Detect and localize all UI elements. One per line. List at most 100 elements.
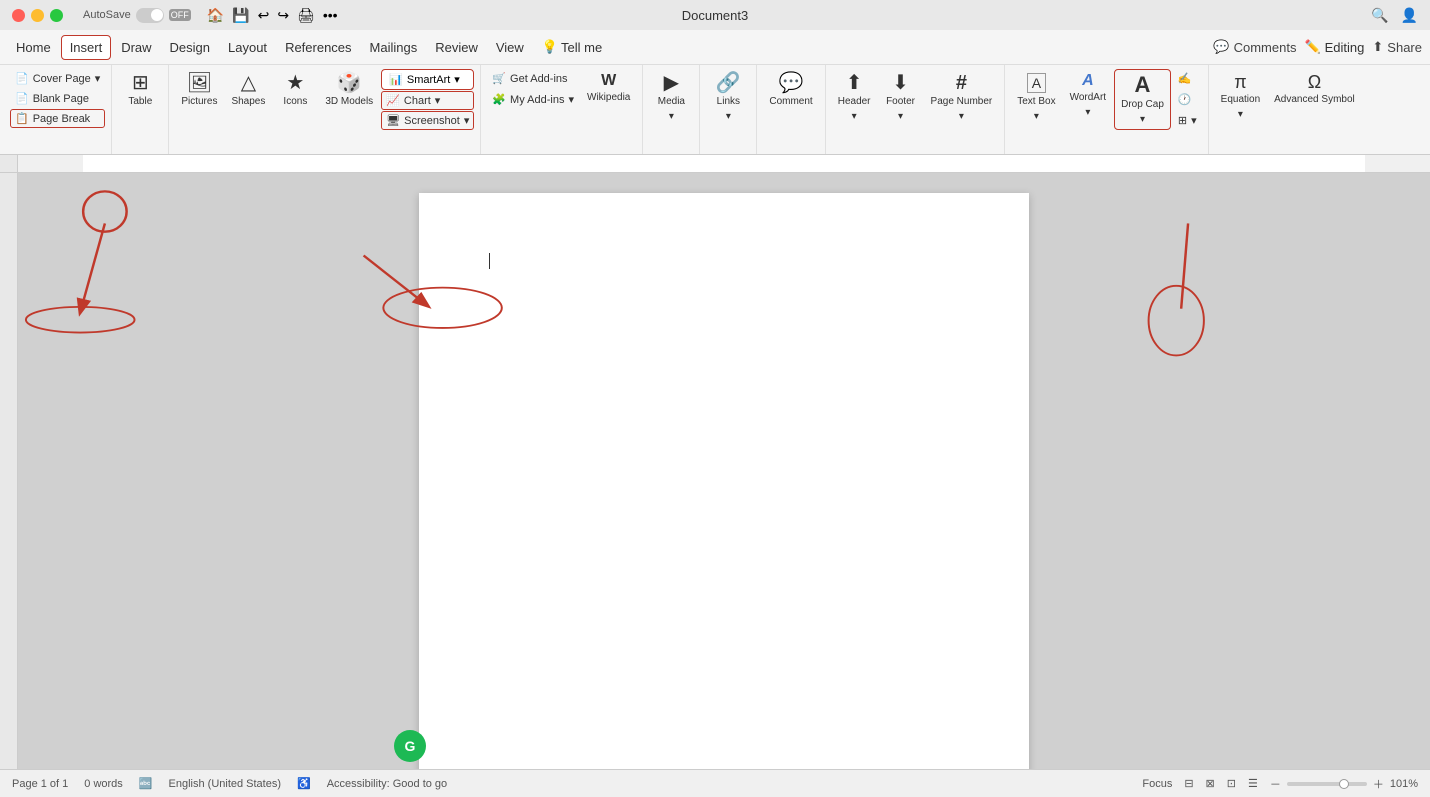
autosave-toggle[interactable] (136, 8, 164, 23)
wikipedia-button[interactable]: W Wikipedia (581, 69, 636, 108)
media-button[interactable]: ▶ Media ▾ (649, 69, 693, 126)
menu-draw[interactable]: Draw (113, 36, 159, 59)
menu-design[interactable]: Design (162, 36, 218, 59)
illustrations-group-items: 🖼 Pictures △ Shapes ★ Icons 🎲 3D Models … (175, 69, 474, 150)
close-button[interactable] (12, 9, 25, 22)
view-outline-icon[interactable]: ☰ (1248, 777, 1258, 790)
ruler-main (18, 155, 1430, 172)
menu-home[interactable]: Home (8, 36, 59, 59)
ruler-white-area (83, 155, 1365, 172)
zoom-control[interactable]: － ＋ 101% (1270, 776, 1418, 792)
menu-insert[interactable]: Insert (61, 35, 112, 60)
page-number-button[interactable]: # Page Number ▾ (925, 69, 999, 126)
editing-badge[interactable]: ✏️ Editing (1304, 39, 1364, 55)
pictures-button[interactable]: 🖼 Pictures (175, 69, 223, 112)
cover-page-icon: 📄 (15, 72, 29, 85)
advanced-symbol-button[interactable]: Ω Advanced Symbol (1268, 69, 1361, 110)
shapes-button[interactable]: △ Shapes (225, 69, 271, 112)
date-time-button[interactable]: 🕐 (1173, 90, 1202, 109)
menu-mailings[interactable]: Mailings (362, 36, 426, 59)
autosave-control: AutoSave OFF (83, 8, 191, 23)
links-button[interactable]: 🔗 Links ▾ (706, 69, 750, 126)
shapes-icon: △ (241, 73, 256, 93)
omega-icon: Ω (1308, 73, 1321, 91)
cover-page-button[interactable]: 📄 Cover Page ▾ (10, 69, 105, 88)
ribbon-group-pages: 📄 Cover Page ▾ 📄 Blank Page 📋 Page Break (4, 65, 112, 154)
equation-button[interactable]: π Equation ▾ (1215, 69, 1266, 124)
smartart-arrow: ▾ (454, 73, 460, 86)
share-icon: ⬆ (1372, 39, 1383, 55)
document-page[interactable] (419, 193, 1029, 769)
document-title: Document3 (682, 8, 748, 23)
content-area[interactable] (18, 173, 1430, 769)
comments-button[interactable]: 💬 Comments (1213, 39, 1296, 55)
screenshot-icon: 🖥 (386, 114, 400, 127)
footer-button[interactable]: ⬇ Footer ▾ (879, 69, 923, 126)
table-button[interactable]: ⊞ Table (118, 69, 162, 112)
autosave-label: AutoSave (83, 9, 131, 21)
zoom-thumb[interactable] (1339, 779, 1349, 789)
menu-review[interactable]: Review (427, 36, 486, 59)
redo-icon[interactable]: ↪ (277, 7, 289, 24)
zoom-level: 101% (1390, 778, 1418, 790)
profile-icon[interactable]: 👤 (1401, 7, 1418, 24)
drop-cap-arrow: ▾ (1140, 114, 1145, 125)
home-icon[interactable]: 🏠 (207, 7, 224, 24)
status-bar: Page 1 of 1 0 words 🔤 English (United St… (0, 769, 1430, 797)
menu-right-controls: 💬 Comments ✏️ Editing ⬆ Share (1213, 39, 1422, 55)
my-addins-button[interactable]: 🧩 My Add-ins ▾ (487, 90, 579, 109)
signature-line-button[interactable]: ✍ (1173, 69, 1202, 88)
page-break-button[interactable]: 📋 Page Break (10, 109, 105, 128)
chart-icon: 📈 (386, 94, 400, 107)
pencil-icon: ✏️ (1304, 39, 1320, 55)
comment-icon: 💬 (1213, 39, 1229, 55)
accessibility: Accessibility: Good to go (327, 778, 447, 790)
smartart-icon: 📊 (389, 73, 403, 86)
comment-button[interactable]: 💬 Comment (763, 69, 818, 112)
3d-models-button[interactable]: 🎲 3D Models (319, 69, 379, 112)
object-button[interactable]: ⊞ ▾ (1173, 111, 1202, 130)
header-button[interactable]: ⬆ Header ▾ (832, 69, 877, 126)
get-addins-button[interactable]: 🛒 Get Add-ins (487, 69, 579, 88)
view-normal-icon[interactable]: ⊟ (1184, 777, 1193, 790)
search-icon[interactable]: 🔍 (1371, 7, 1388, 24)
view-web-icon[interactable]: ⊡ (1227, 777, 1236, 790)
chart-button[interactable]: 📈 Chart ▾ (381, 91, 474, 110)
text-group-items: A Text Box ▾ A WordArt ▾ A Drop Cap ▾ ✍ (1011, 69, 1201, 150)
status-right: Focus ⊟ ⊠ ⊡ ☰ － ＋ 101% (1142, 776, 1418, 792)
minimize-button[interactable] (31, 9, 44, 22)
footer-arrow: ▾ (898, 111, 903, 122)
view-layout-icon[interactable]: ⊠ (1206, 777, 1215, 790)
focus-button[interactable]: Focus (1142, 778, 1172, 790)
maximize-button[interactable] (50, 9, 63, 22)
clock-icon: 🕐 (1178, 93, 1192, 106)
menu-layout[interactable]: Layout (220, 36, 275, 59)
grammarly-button[interactable]: G (394, 730, 426, 762)
links-arrow: ▾ (726, 111, 731, 122)
print-icon[interactable]: 🖨 (297, 7, 315, 24)
undo-icon[interactable]: ↩ (258, 7, 270, 24)
wordart-button[interactable]: A WordArt ▾ (1064, 69, 1113, 122)
language: English (United States) (169, 778, 282, 790)
smartart-button[interactable]: 📊 SmartArt ▾ (381, 69, 474, 90)
blank-page-icon: 📄 (15, 92, 29, 105)
zoom-slider[interactable] (1287, 782, 1367, 786)
menu-references[interactable]: References (277, 36, 359, 59)
menu-tell-me[interactable]: 💡 Tell me (534, 35, 610, 59)
drop-cap-button[interactable]: A Drop Cap ▾ (1114, 69, 1171, 130)
text-box-button[interactable]: A Text Box ▾ (1011, 69, 1061, 126)
save-icon[interactable]: 💾 (232, 7, 249, 24)
text-box-arrow: ▾ (1034, 111, 1039, 122)
menu-view[interactable]: View (488, 36, 532, 59)
blank-page-button[interactable]: 📄 Blank Page (10, 89, 105, 108)
zoom-out-icon[interactable]: － (1270, 776, 1281, 792)
more-icon[interactable]: ••• (323, 7, 338, 23)
share-button[interactable]: ⬆ Share (1372, 39, 1422, 55)
comment-group-items: 💬 Comment (763, 69, 818, 150)
zoom-in-icon[interactable]: ＋ (1373, 776, 1384, 792)
wikipedia-icon: W (601, 73, 616, 89)
ribbon-group-addins: 🛒 Get Add-ins 🧩 My Add-ins ▾ W Wikipedia (481, 65, 643, 154)
screenshot-button[interactable]: 🖥 Screenshot ▾ (381, 111, 474, 130)
lightbulb-icon: 💡 (542, 39, 558, 55)
icons-button[interactable]: ★ Icons (273, 69, 317, 112)
